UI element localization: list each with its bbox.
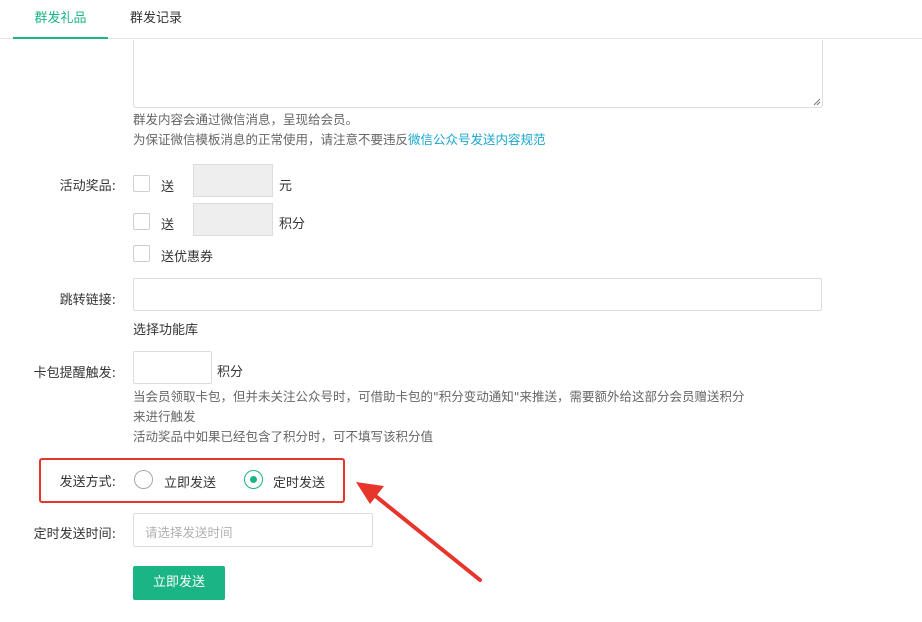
prize-label: 活动奖品: [59,179,116,194]
prize-cash-unit: 元 [279,179,293,194]
annotation-arrow-icon [356,482,482,582]
card-trigger-points-input[interactable] [133,351,212,384]
prize-points-checkbox[interactable] [133,213,150,230]
send-scheduled-radio[interactable] [244,470,263,489]
select-function-library-link[interactable]: 选择功能库 [133,319,198,338]
card-trigger-help-1: 当会员领取卡包，但并未关注公众号时，可借助卡包的"积分变动通知"来推送，需要额外… [133,389,745,404]
prize-points-input[interactable] [193,203,273,236]
send-mode-label-wrap: 发送方式: [0,471,116,491]
send-mode-label: 发送方式: [59,475,116,490]
content-help-text: 群发内容会通过微信消息，呈现给会员。 [133,112,359,127]
card-trigger-label: 卡包提醒触发: [33,366,116,381]
content-policy-text: 为保证微信模板消息的正常使用，请注意不要违反微信公众号发送内容规范 [133,130,546,149]
send-scheduled-option-label[interactable]: 定时发送 [273,472,325,491]
schedule-time-placeholder: 请选择发送时间 [145,525,233,540]
schedule-time-input[interactable]: 请选择发送时间 [133,513,373,547]
send-now-option-label[interactable]: 立即发送 [164,472,216,491]
jump-link-label-wrap: 跳转链接: [0,289,116,309]
prize-coupon-label: 送优惠券 [161,250,214,265]
send-now-button[interactable]: 立即发送 [133,566,225,600]
card-trigger-help-3: 活动奖品中如果已经包含了积分时，可不填写该积分值 [133,429,434,444]
card-trigger-unit: 积分 [217,365,244,380]
jump-link-input[interactable] [133,278,822,311]
tab-bar: 群发礼品 群发记录 [0,0,922,39]
card-trigger-label-wrap: 卡包提醒触发: [0,362,116,382]
prize-points-prefix: 送 [161,218,175,233]
jump-link-label: 跳转链接: [59,293,116,308]
tab-group-gift[interactable]: 群发礼品 [13,0,108,39]
content-policy-link[interactable]: 微信公众号发送内容规范 [408,132,546,147]
prize-cash-checkbox[interactable] [133,175,150,192]
prize-coupon-checkbox[interactable] [133,245,150,262]
tab-group-records[interactable]: 群发记录 [118,0,194,37]
schedule-label-wrap: 定时发送时间: [0,523,116,543]
prize-points-unit: 积分 [279,217,306,232]
prize-label-wrap: 活动奖品: [0,175,116,195]
schedule-label: 定时发送时间: [33,527,116,542]
send-now-radio[interactable] [134,470,153,489]
content-policy-prefix: 为保证微信模板消息的正常使用，请注意不要违反 [133,132,409,147]
prize-cash-prefix: 送 [161,180,175,195]
prize-cash-input[interactable] [193,164,273,197]
message-content-textarea[interactable] [133,40,823,108]
card-trigger-help-2: 来进行触发 [133,409,196,424]
resize-handle-icon[interactable] [813,98,821,106]
